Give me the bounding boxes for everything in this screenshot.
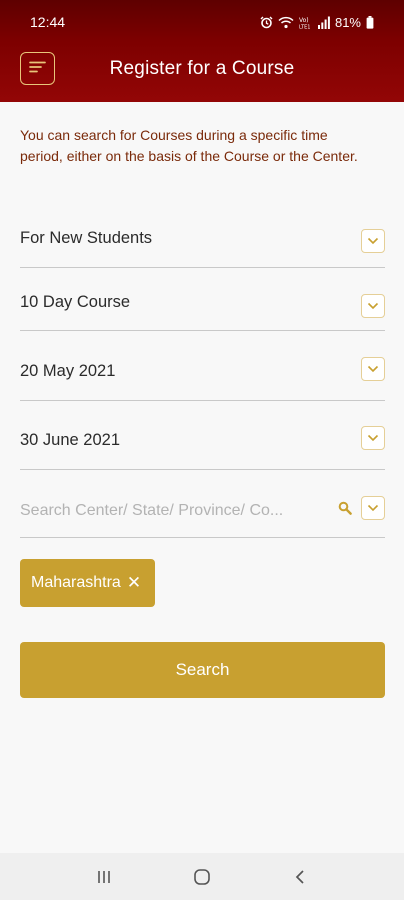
start-date-select[interactable]: 20 May 2021 [20,331,385,401]
chevron-down-icon[interactable] [361,294,385,318]
student-type-select[interactable]: For New Students [20,216,385,268]
chip-remove-icon[interactable]: ✕ [127,573,141,593]
chevron-down-icon[interactable] [361,496,385,520]
chip-label: Maharashtra [31,574,121,591]
svg-text:LTE1: LTE1 [299,24,311,29]
page-title: Register for a Course [109,58,295,79]
svg-text:Vo): Vo) [299,17,309,24]
selected-region-chip: Maharashtra ✕ [20,559,155,607]
chevron-down-icon[interactable] [361,357,385,381]
status-bar: 12:44 Vo) LTE1 81% [0,0,404,44]
course-type-value: 10 Day Course [20,293,131,311]
battery-level: 81% [334,14,361,30]
chevron-down-icon[interactable] [361,426,385,450]
end-date-value: 30 June 2021 [20,431,121,449]
app-screen: 12:44 Vo) LTE1 81% Register for a Course… [0,0,404,900]
volte-icon: Vo) LTE1 [299,16,313,29]
center-search-input[interactable]: Search Center/ State/ Province/ Co... [20,470,385,538]
search-icon[interactable] [337,500,353,516]
student-type-value: For New Students [20,229,153,247]
wifi-icon [278,16,294,29]
center-search-placeholder: Search Center/ State/ Province/ Co... [20,502,284,519]
chevron-down-icon[interactable] [361,229,385,253]
battery-icon [366,15,374,29]
header: 12:44 Vo) LTE1 81% Register for a Course [0,0,404,102]
back-icon[interactable] [285,862,315,892]
recent-apps-icon[interactable] [89,862,119,892]
start-date-value: 20 May 2021 [20,362,116,380]
app-bar: Register for a Course [0,44,404,102]
system-nav-bar [0,853,404,900]
end-date-select[interactable]: 30 June 2021 [20,401,385,470]
status-time: 12:44 [30,14,66,30]
status-icons: Vo) LTE1 81% [260,15,374,30]
signal-icon [317,16,330,29]
home-icon[interactable] [187,862,217,892]
intro-text: You can search for Courses during a spec… [20,127,358,164]
course-type-select[interactable]: 10 Day Course [20,268,385,331]
search-button[interactable]: Search [20,642,385,698]
alarm-icon [260,16,273,29]
